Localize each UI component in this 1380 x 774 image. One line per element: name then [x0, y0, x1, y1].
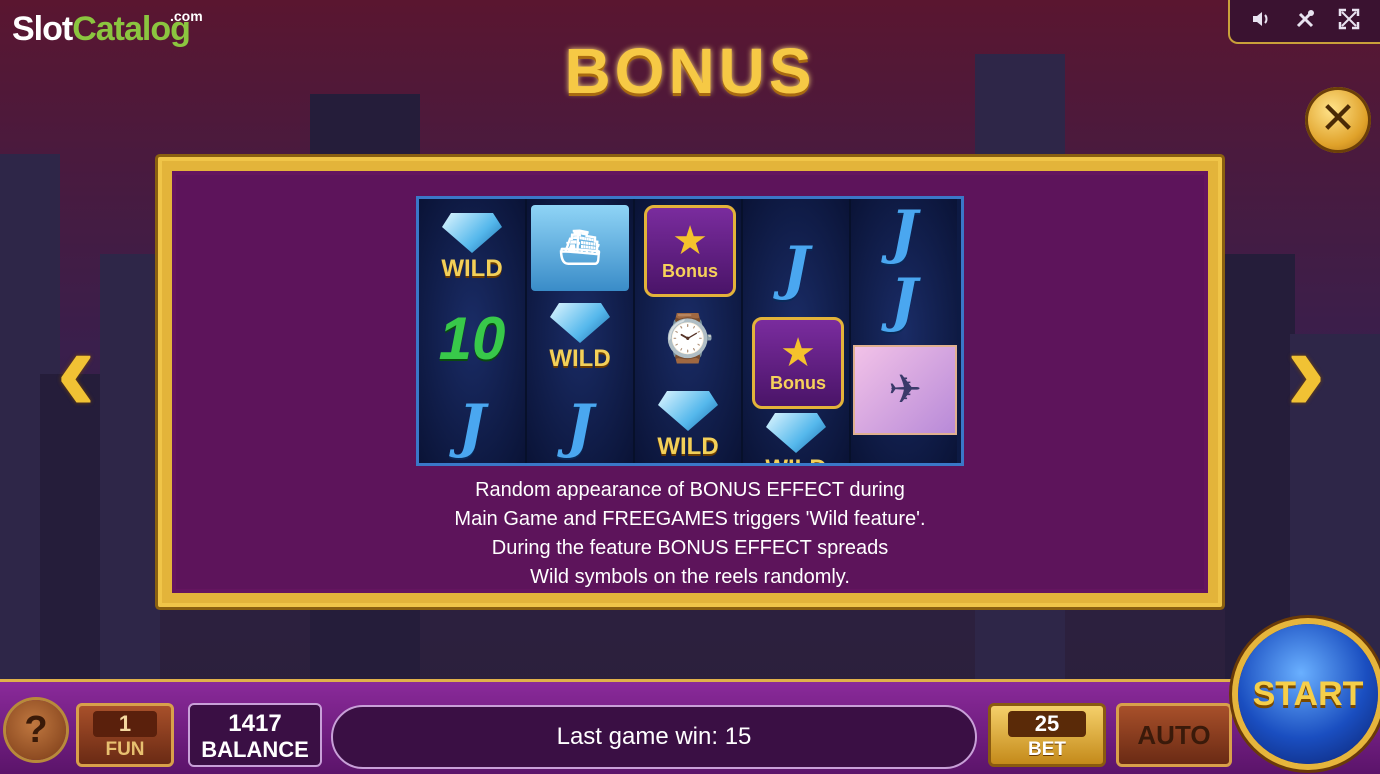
balance-value: 1417 — [228, 710, 282, 737]
start-button[interactable]: START — [1238, 624, 1378, 764]
bonus-symbol: ★ Bonus — [644, 205, 736, 297]
bonus-symbol: ★ Bonus — [752, 317, 844, 409]
tools-icon[interactable] — [1292, 8, 1318, 34]
wild-symbol: WILD — [531, 295, 629, 381]
bet-value: 25 — [1007, 711, 1087, 737]
balance-display: 1417 BALANCE — [188, 703, 322, 767]
j-symbol: J — [458, 392, 486, 460]
j-symbol: J — [566, 392, 594, 460]
watch-symbol: ⌚ — [659, 311, 717, 364]
star-icon: ★ — [672, 218, 708, 263]
fun-label: FUN — [105, 739, 145, 760]
reel-4: J ★Bonus WILD — [743, 199, 851, 463]
bonus-description: Random appearance of BONUS EFFECT during… — [160, 476, 1220, 592]
auto-button[interactable]: AUTO — [1116, 703, 1232, 767]
description-line: During the feature BONUS EFFECT spreads — [491, 537, 889, 559]
j-symbol: J — [890, 266, 918, 334]
reel-1: WILD 10 J — [419, 199, 527, 463]
plane-symbol: ✈ — [853, 345, 957, 435]
bet-button[interactable]: 25 BET — [988, 703, 1106, 767]
bet-label: BET — [1028, 739, 1066, 760]
wild-symbol: WILD — [639, 383, 737, 463]
diamond-icon — [658, 391, 718, 431]
diamond-icon — [766, 413, 826, 453]
yacht-symbol: ⛴ — [531, 205, 629, 291]
wild-symbol: WILD — [747, 405, 845, 463]
fullscreen-icon[interactable] — [1336, 8, 1362, 34]
diamond-icon — [550, 303, 610, 343]
wild-symbol: WILD — [423, 205, 521, 291]
fun-value: 1 — [92, 711, 158, 737]
next-page-button[interactable]: › — [1278, 310, 1334, 430]
description-line: Random appearance of BONUS EFFECT during — [475, 479, 905, 501]
reel-3: ★ Bonus ⌚ WILD — [635, 199, 743, 463]
diamond-icon — [442, 213, 502, 253]
balance-label: BALANCE — [201, 737, 309, 762]
reel-5: J J ✈ — [851, 199, 957, 463]
ten-symbol: 10 — [438, 304, 506, 372]
j-symbol: J — [782, 234, 810, 302]
star-icon: ★ — [780, 330, 816, 375]
page-title: BONUS — [564, 35, 816, 107]
close-button[interactable]: ✕ — [1305, 87, 1371, 153]
prev-page-button[interactable]: ‹ — [48, 310, 104, 430]
fun-button[interactable]: 1 FUN — [76, 703, 174, 767]
last-win-display: Last game win: 15 — [331, 705, 977, 769]
description-line: Main Game and FREEGAMES triggers 'Wild f… — [454, 508, 926, 530]
speaker-icon[interactable] — [1248, 8, 1274, 34]
reel-2: ⛴ WILD J — [527, 199, 635, 463]
help-button[interactable]: ? — [6, 700, 66, 760]
reels-illustration: WILD 10 J ⛴ WILD J ★ Bonus ⌚ WILD J ★ Bonu… — [416, 196, 964, 466]
description-line: Wild symbols on the reels randomly. — [530, 566, 850, 588]
